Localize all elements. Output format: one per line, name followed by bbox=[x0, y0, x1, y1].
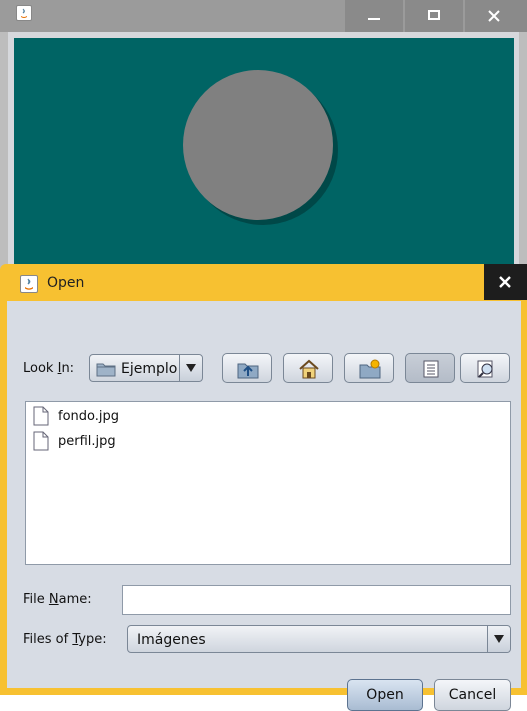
cancel-button[interactable]: Cancel bbox=[434, 679, 511, 711]
new-folder-button[interactable] bbox=[344, 353, 394, 383]
details-view-button[interactable] bbox=[460, 353, 510, 383]
dialog-close-button[interactable] bbox=[484, 264, 527, 300]
files-of-type-combobox[interactable]: Imágenes bbox=[127, 625, 511, 653]
up-one-level-button[interactable] bbox=[222, 353, 272, 383]
files-of-type-dropdown-arrow[interactable] bbox=[487, 626, 510, 652]
minimize-icon bbox=[368, 18, 380, 20]
look-in-label: Look In: bbox=[23, 361, 75, 376]
open-button[interactable]: Open bbox=[347, 679, 423, 711]
maximize-icon bbox=[428, 10, 440, 20]
main-close-button[interactable] bbox=[465, 0, 527, 32]
home-button[interactable] bbox=[283, 353, 333, 383]
close-icon bbox=[488, 10, 500, 22]
folder-icon bbox=[96, 363, 116, 377]
home-icon bbox=[299, 359, 319, 379]
files-of-type-label: Files of Type: bbox=[23, 632, 107, 647]
maximize-button[interactable] bbox=[405, 0, 463, 32]
file-icon bbox=[33, 431, 49, 451]
dialog-titlebar: Open bbox=[0, 264, 527, 300]
files-of-type-value: Imágenes bbox=[137, 632, 206, 648]
java-app-icon bbox=[20, 275, 38, 293]
file-name: perfil.jpg bbox=[58, 434, 116, 449]
look-in-value: Ejemplo bbox=[121, 361, 178, 377]
minimize-button[interactable] bbox=[345, 0, 403, 32]
file-name-label: File Name: bbox=[23, 592, 92, 607]
chevron-down-icon bbox=[186, 364, 196, 372]
dialog-body: Look In: Ejemplo fondo.jpg perfil.jpg Fi… bbox=[7, 301, 521, 711]
look-in-dropdown-arrow[interactable] bbox=[179, 355, 202, 381]
chevron-down-icon bbox=[494, 635, 504, 643]
gray-circle bbox=[183, 70, 333, 220]
look-in-combobox[interactable]: Ejemplo bbox=[89, 354, 203, 382]
open-dialog: Open Look In: Ejemplo fondo.jpg perfil.j… bbox=[0, 264, 527, 711]
list-view-icon bbox=[423, 360, 439, 378]
list-view-button[interactable] bbox=[405, 353, 455, 383]
file-name-input[interactable] bbox=[122, 585, 511, 615]
up-folder-icon bbox=[237, 363, 259, 379]
new-folder-icon bbox=[359, 359, 381, 379]
main-titlebar bbox=[0, 0, 527, 32]
details-view-icon bbox=[477, 360, 493, 378]
dialog-title: Open bbox=[47, 275, 85, 291]
close-icon bbox=[499, 276, 511, 288]
file-list[interactable]: fondo.jpg perfil.jpg bbox=[25, 401, 511, 565]
file-icon bbox=[33, 406, 49, 426]
java-app-icon[interactable] bbox=[16, 5, 32, 21]
file-name: fondo.jpg bbox=[58, 409, 119, 424]
